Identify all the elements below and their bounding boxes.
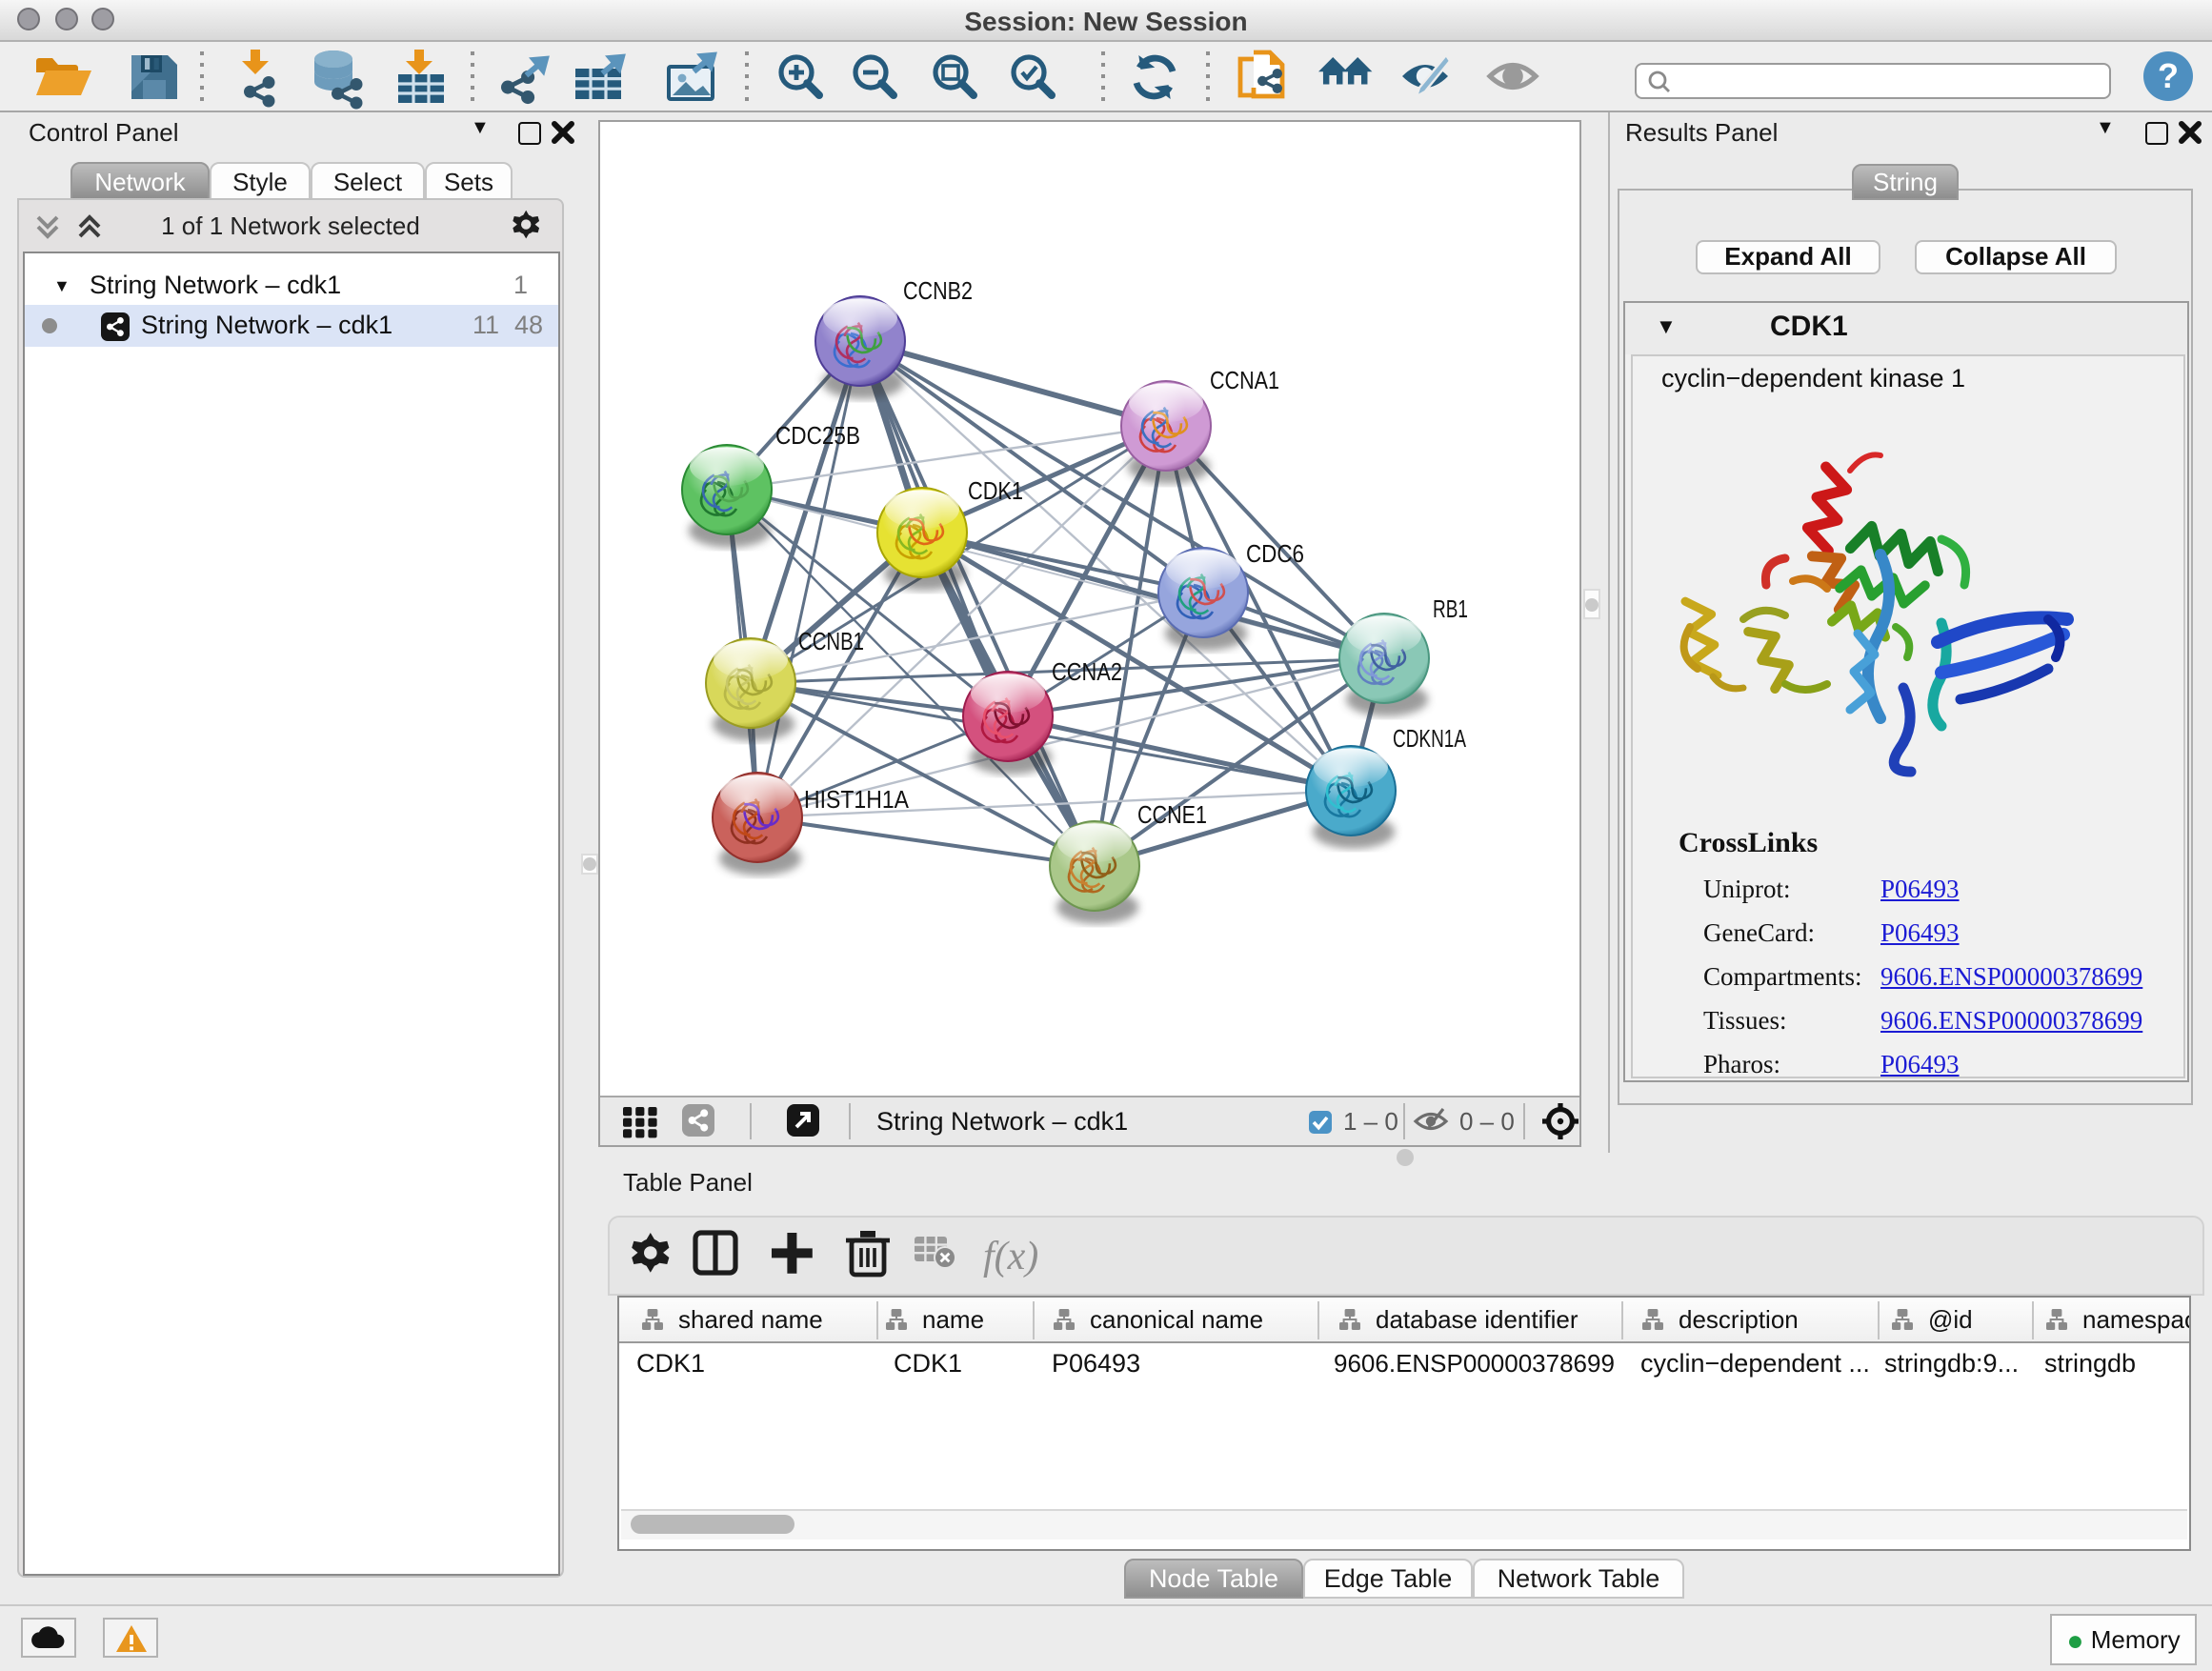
svg-text:RB1: RB1 [1433, 594, 1468, 623]
svg-text:CCNA1: CCNA1 [1210, 366, 1279, 394]
svg-text:shared name: shared name [678, 1305, 823, 1334]
svg-text:1 – 0: 1 – 0 [1343, 1107, 1398, 1136]
svg-text:namespace: namespace [2082, 1305, 2189, 1334]
svg-text:description: description [1679, 1305, 1799, 1334]
svg-text:CDK1: CDK1 [968, 476, 1023, 505]
svg-text:?: ? [2158, 56, 2179, 95]
svg-text:CDC25B: CDC25B [775, 421, 860, 450]
svg-text:@id: @id [1928, 1305, 1973, 1334]
svg-text:CDC6: CDC6 [1246, 539, 1304, 568]
svg-text:CCNE1: CCNE1 [1137, 800, 1207, 829]
svg-text:HIST1H1A: HIST1H1A [804, 785, 910, 814]
svg-text:name: name [922, 1305, 984, 1334]
svg-text:String Network – cdk1: String Network – cdk1 [876, 1107, 1128, 1136]
svg-text:CDKN1A: CDKN1A [1393, 724, 1466, 753]
svg-text:canonical name: canonical name [1090, 1305, 1263, 1334]
svg-text:CCNB2: CCNB2 [903, 276, 973, 305]
svg-text:database identifier: database identifier [1376, 1305, 1579, 1334]
svg-text:CCNA2: CCNA2 [1052, 657, 1122, 686]
svg-text:0 – 0: 0 – 0 [1459, 1107, 1515, 1136]
svg-text:CCNB1: CCNB1 [798, 627, 864, 655]
svg-text:f(x): f(x) [983, 1235, 1038, 1278]
